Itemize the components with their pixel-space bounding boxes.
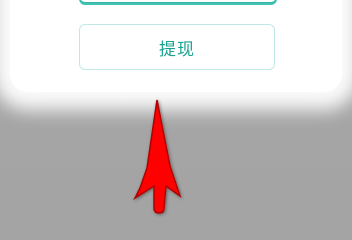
withdraw-button-label: 提现 [159, 39, 195, 60]
withdraw-button[interactable]: 提现 [79, 24, 275, 70]
primary-button-partial[interactable] [79, 0, 277, 3]
up-arrow-icon [133, 99, 182, 214]
